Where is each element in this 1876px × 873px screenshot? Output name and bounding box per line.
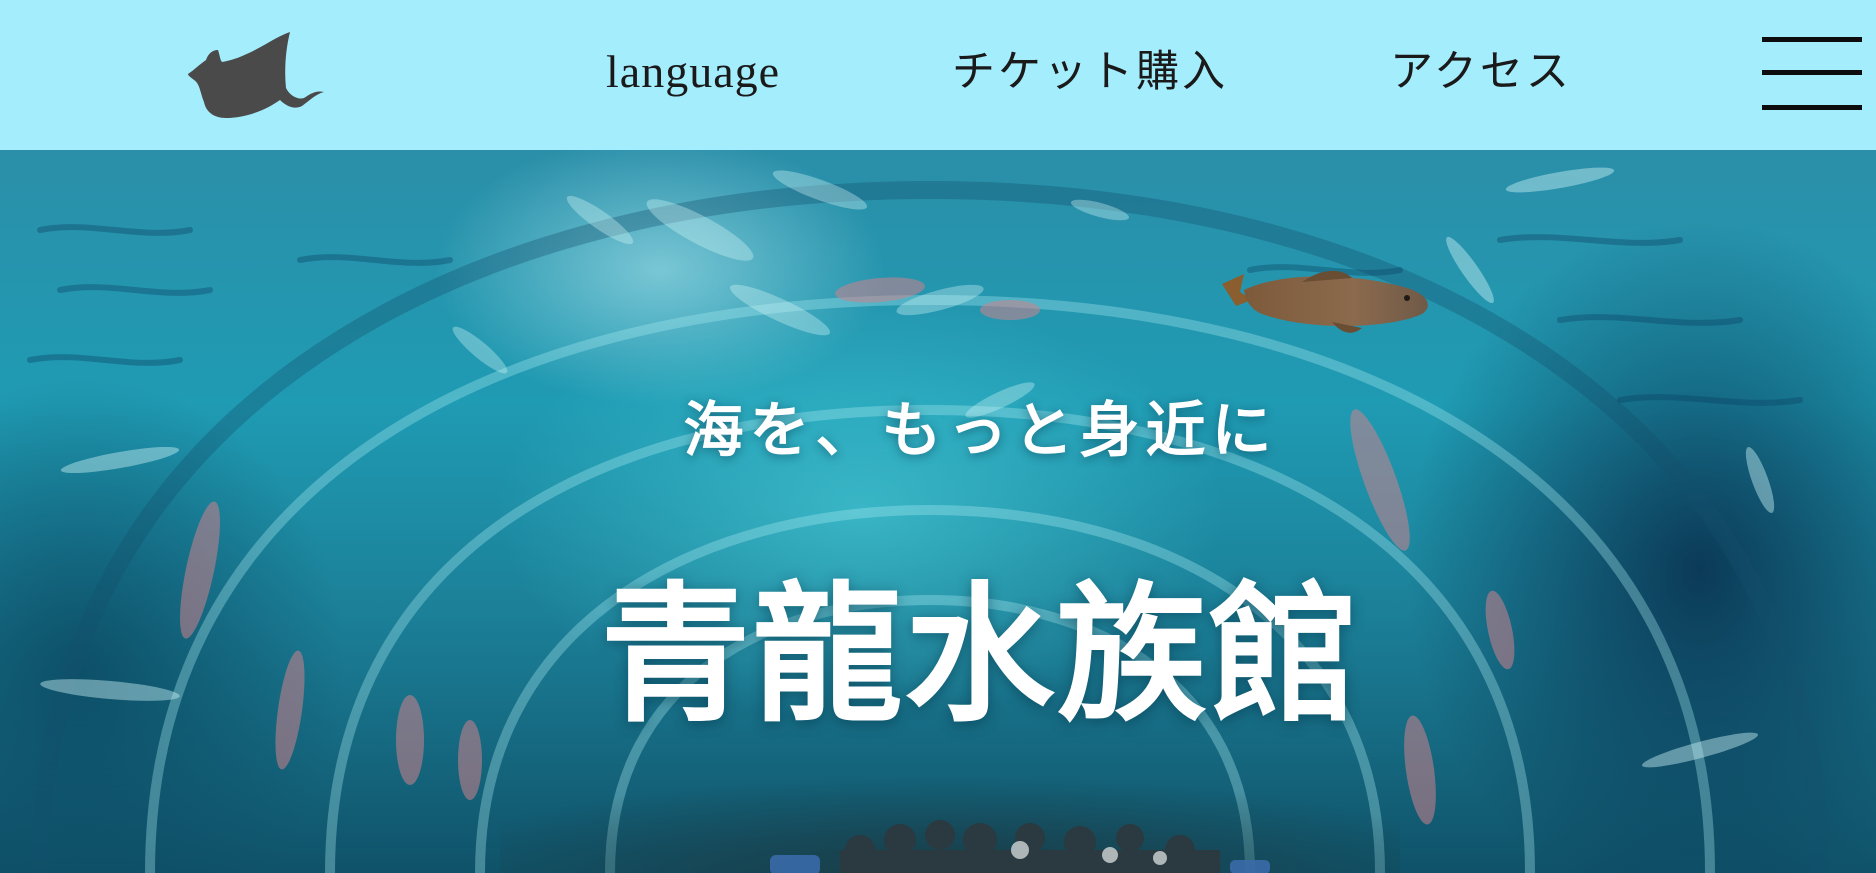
hero-section: 海を、もっと身近に 青龍水族館 <box>0 150 1876 873</box>
aquarium-tunnel-photo <box>27 167 1829 873</box>
menu-bar <box>1762 70 1862 75</box>
menu-bar <box>1762 37 1862 42</box>
nav-access-link[interactable]: アクセス <box>1390 42 1572 102</box>
nav-language-link[interactable]: language <box>606 42 780 102</box>
hamburger-menu-icon[interactable] <box>1762 37 1862 113</box>
hero-title: 青龍水族館 <box>600 567 1361 743</box>
site-header: language チケット購入 アクセス <box>0 0 1876 150</box>
manta-ray-icon[interactable] <box>186 30 326 122</box>
hero-tagline: 海を、もっと身近に <box>683 396 1278 466</box>
menu-bar <box>1762 105 1862 110</box>
nav-ticket-link[interactable]: チケット購入 <box>952 42 1228 102</box>
